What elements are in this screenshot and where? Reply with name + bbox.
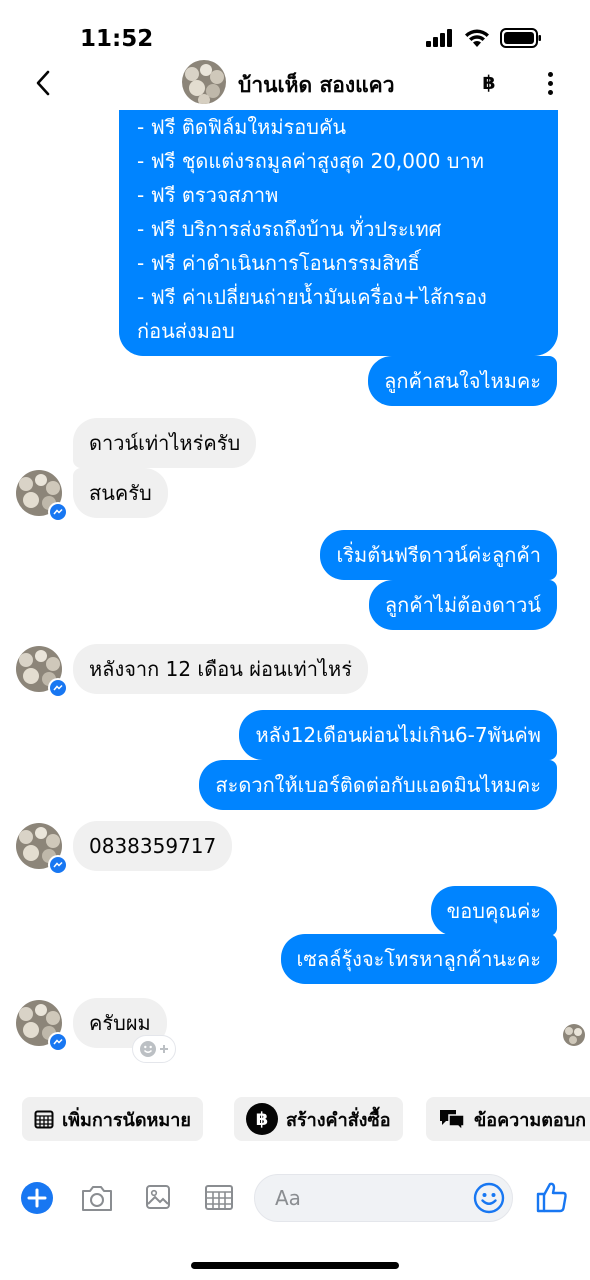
like-button[interactable] <box>534 1178 570 1216</box>
plus-circle-icon <box>21 1182 53 1214</box>
smiley-icon <box>473 1182 505 1214</box>
promo-message[interactable]: - ฟรี ติดฟิล์มใหม่รอบคัน - ฟรี ชุดแต่งรถ… <box>119 110 558 356</box>
promo-line: - ฟรี ตรวจสภาพ <box>137 183 279 207</box>
dot-icon <box>547 89 553 95</box>
outgoing-message[interactable]: ลูกค้าไม่ต้องดาวน์ <box>368 580 557 630</box>
add-button[interactable] <box>20 1181 54 1215</box>
incoming-message[interactable]: หลังจาก 12 เดือน ผ่อนเท่าไหร่ <box>73 644 368 694</box>
signal-icon <box>426 29 452 47</box>
appointment-label: เพิ่มการนัดหมาย <box>62 1109 191 1131</box>
sender-avatar[interactable] <box>16 823 68 875</box>
contact-avatar[interactable] <box>182 60 226 104</box>
messenger-badge-icon <box>48 855 68 875</box>
promo-line: - ฟรี ค่าเปลี่ยนถ่ายน้ำมันเครื่อง+ไส้กรอ… <box>137 285 487 309</box>
message-input[interactable]: Aa <box>254 1174 513 1222</box>
outgoing-message[interactable]: เซลล์รุ้งจะโทรหาลูกค้านะคะ <box>280 934 557 984</box>
sender-avatar[interactable] <box>16 470 68 522</box>
auto-reply-button[interactable]: ข้อความตอบก <box>426 1097 590 1141</box>
promo-line: - ฟรี ติดฟิล์มใหม่รอบคัน <box>137 115 347 139</box>
outgoing-message[interactable]: เริ่มต้นฟรีดาวน์ค่ะลูกค้า <box>320 530 557 580</box>
seen-indicator-avatar <box>563 1024 585 1046</box>
calendar-icon <box>205 1185 233 1210</box>
messenger-badge-icon <box>48 502 68 522</box>
plus-icon <box>160 1045 168 1053</box>
chat-header: บ้านเห็ด สองแคว ฿ <box>0 56 590 110</box>
promo-line: - ฟรี ชุดแต่งรถมูลค่าสูงสุด 20,000 บาท <box>137 149 484 173</box>
incoming-message[interactable]: ดาวน์เท่าไหร่ครับ <box>73 418 257 468</box>
image-icon <box>146 1185 170 1209</box>
create-order-label: สร้างคำสั่งซื้อ <box>286 1109 391 1131</box>
add-reaction-button[interactable] <box>132 1035 176 1063</box>
gallery-button[interactable] <box>144 1182 172 1212</box>
camera-icon <box>82 1186 112 1211</box>
home-indicator[interactable] <box>191 1262 399 1269</box>
promo-line: ก่อนส่งมอบ <box>137 319 235 343</box>
battery-icon <box>500 28 541 48</box>
more-options-button[interactable] <box>540 68 560 98</box>
add-appointment-button[interactable]: เพิ่มการนัดหมาย <box>22 1097 203 1141</box>
emoji-button[interactable] <box>473 1182 505 1214</box>
back-button[interactable] <box>28 66 58 100</box>
dot-icon <box>547 71 553 77</box>
message-input-placeholder: Aa <box>275 1186 301 1210</box>
status-time: 11:52 <box>80 26 154 52</box>
promo-line: - ฟรี ค่าดำเนินการโอนกรรมสิทธิ์ <box>137 251 420 275</box>
camera-button[interactable] <box>80 1182 114 1214</box>
chat-bubbles-icon <box>440 1110 465 1131</box>
message-composer: Aa <box>0 1168 590 1228</box>
sender-avatar[interactable] <box>16 646 68 698</box>
status-icons <box>426 28 542 48</box>
chevron-left-icon <box>36 70 50 96</box>
smiley-icon <box>140 1041 156 1057</box>
calendar-icon <box>34 1110 54 1129</box>
thumbs-up-icon <box>536 1182 567 1213</box>
outgoing-message[interactable]: หลัง12เดือนผ่อนไม่เกิน6-7พันค่พ <box>239 710 557 760</box>
quick-actions-bar: เพิ่มการนัดหมาย ฿ สร้างคำสั่งซื้อ ข้อควา… <box>0 1097 590 1143</box>
incoming-message[interactable]: 0838359717 <box>73 821 233 871</box>
status-bar: 11:52 <box>0 0 590 62</box>
create-order-button[interactable]: ฿ สร้างคำสั่งซื้อ <box>234 1097 403 1141</box>
payment-button[interactable]: ฿ <box>477 70 501 96</box>
schedule-button[interactable] <box>203 1182 235 1212</box>
messenger-badge-icon <box>48 1032 68 1052</box>
messenger-badge-icon <box>48 678 68 698</box>
outgoing-message[interactable]: ขอบคุณค่ะ <box>430 886 557 936</box>
incoming-message[interactable]: สนครับ <box>73 468 168 518</box>
message-thread: - ฟรี ติดฟิล์มใหม่รอบคัน - ฟรี ชุดแต่งรถ… <box>0 110 590 1080</box>
promo-line: - ฟรี บริการส่งรถถึงบ้าน ทั่วประเทศ <box>137 217 442 241</box>
contact-name[interactable]: บ้านเห็ด สองแคว <box>238 69 395 102</box>
dot-icon <box>547 80 553 86</box>
auto-reply-label: ข้อความตอบก <box>474 1109 587 1131</box>
sender-avatar[interactable] <box>16 1000 68 1052</box>
baht-icon: ฿ <box>246 1103 278 1135</box>
outgoing-message[interactable]: สะดวกให้เบอร์ติดต่อกับแอดมินไหมคะ <box>199 760 557 810</box>
wifi-icon <box>465 29 489 47</box>
outgoing-message[interactable]: ลูกค้าสนใจไหมคะ <box>368 356 557 406</box>
